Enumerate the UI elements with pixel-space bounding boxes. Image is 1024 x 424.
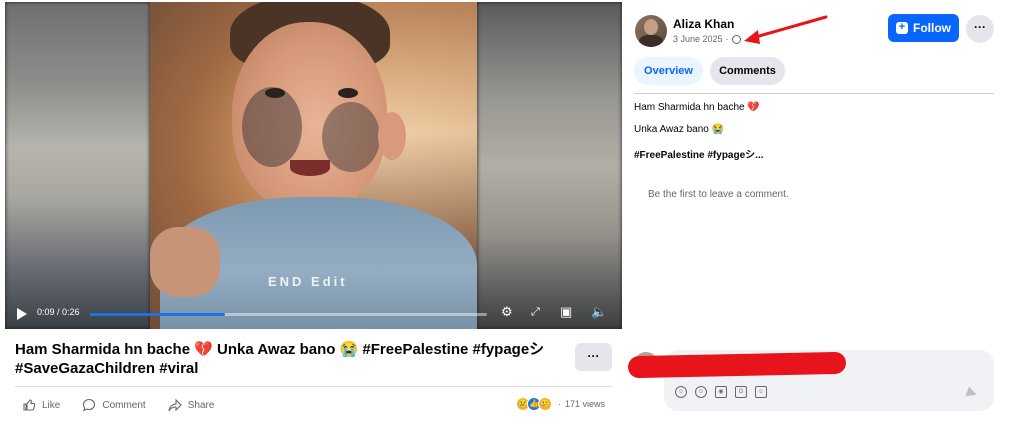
emoji-icon[interactable]: ☺ [695,386,707,398]
video-progress-fill [90,313,225,316]
sticker-icon[interactable]: ☺ [755,386,767,398]
header-more-button[interactable]: ··· [966,15,994,43]
picture-in-picture-icon[interactable]: ▣ [560,304,572,320]
description-line-1: Ham Sharmida hn bache 💔 [634,102,760,113]
comment-label: Comment [102,399,146,411]
post-date[interactable]: 3 June 2025 [673,34,723,44]
video-time: 0:09 / 0:26 [37,307,80,317]
reactions-summary[interactable]: 😢 👍 🥲 · 171 views [516,397,605,411]
expand-icon[interactable]: ⤢ [531,304,540,320]
composer-icons: ☺ ☺ ◉ G ☺ [675,386,767,398]
video-player[interactable]: END Edit 0:09 / 0:26 ⚙ ⤢ ▣ 🔈 [5,2,622,329]
divider [15,386,612,387]
post-title: Ham Sharmida hn bache 💔 Unka Awaz bano 😭… [15,341,545,377]
play-icon[interactable] [17,308,27,320]
tab-overview[interactable]: Overview [634,57,703,85]
share-label: Share [187,399,215,411]
post-actions: Like Comment Share [22,398,214,412]
camera-icon[interactable]: ◉ [715,386,727,398]
view-count: 171 views [565,399,606,409]
like-button[interactable]: Like [22,398,60,412]
post-date-row: 3 June 2025 · [673,34,741,44]
like-label: Like [42,399,61,411]
redaction-mark [627,351,847,379]
blurred-backdrop-right [477,2,622,329]
video-progress-bar[interactable] [90,313,487,316]
share-arrow-icon [168,398,182,412]
mute-speaker-icon[interactable]: 🔈 [591,304,607,320]
share-button[interactable]: Share [168,398,215,412]
gif-icon[interactable]: G [735,386,747,398]
tab-comments[interactable]: Comments [710,57,785,85]
description-hashtags[interactable]: #FreePalestine #fypageシ... [634,146,764,161]
globe-icon [731,34,741,44]
blurred-backdrop-left [5,2,150,329]
comment-button[interactable]: Comment [82,398,146,412]
annotation-arrow-icon [744,15,828,44]
facebook-video-post: END Edit 0:09 / 0:26 ⚙ ⤢ ▣ 🔈 Ham Sharmid… [0,0,1024,424]
divider [634,93,994,94]
comment-bubble-icon [83,398,96,412]
video-watermark: END Edit [268,274,348,289]
author-name[interactable]: Aliza Khan [673,17,734,31]
settings-gear-icon[interactable]: ⚙ [501,304,513,320]
avatar-sticker-icon[interactable]: ☺ [675,386,687,398]
thumbs-up-icon [23,399,36,411]
post-more-button[interactable]: ··· [575,343,612,371]
follow-label: Follow [913,21,951,35]
reaction-care-icon: 🥲 [538,397,552,411]
no-comments-message: Be the first to leave a comment. [648,189,789,200]
follow-plus-icon: + [896,22,908,34]
author-avatar[interactable] [635,15,667,47]
follow-button[interactable]: + Follow [888,14,959,42]
video-controls: 0:09 / 0:26 ⚙ ⤢ ▣ 🔈 [5,299,622,329]
video-frame[interactable]: END Edit [150,2,477,329]
description-line-2: Unka Awaz bano 😭 [634,124,725,135]
